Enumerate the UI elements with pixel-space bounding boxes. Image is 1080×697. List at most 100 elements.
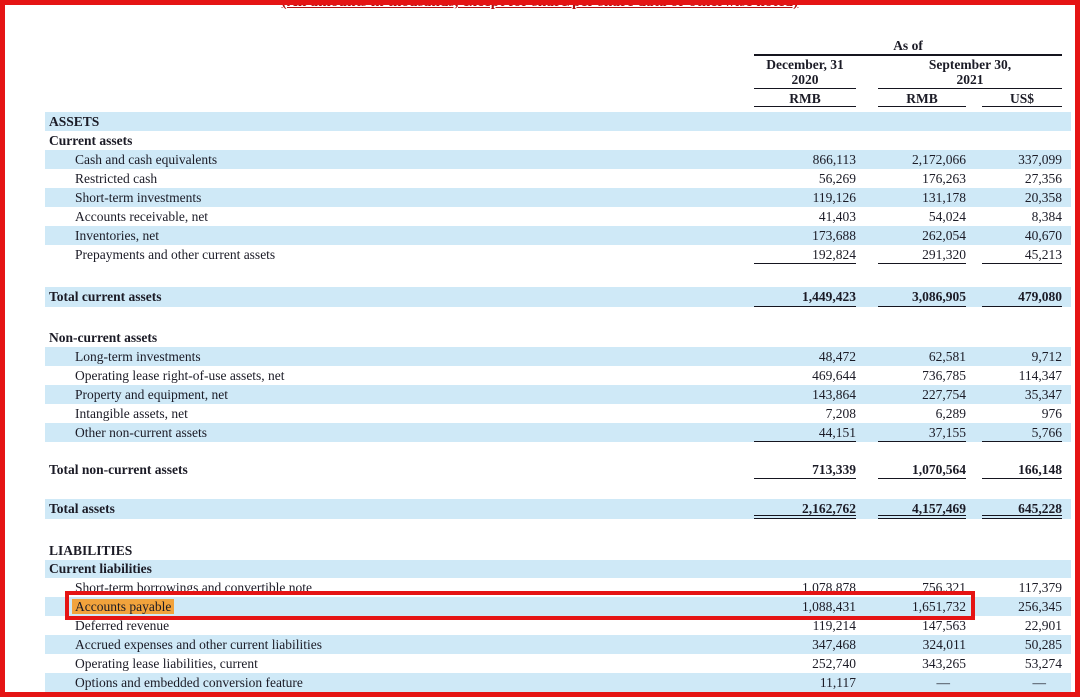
column-gap (966, 578, 982, 597)
header-as-of: As of (754, 38, 1062, 56)
value-cell: 1,078,878 (754, 578, 856, 597)
header-spacer (45, 38, 754, 56)
table-row: Long-term investments48,47262,5819,712 (45, 347, 1071, 366)
table-row: Property and equipment, net143,864227,75… (45, 385, 1071, 404)
table-row: Current liabilities (45, 560, 1071, 578)
value-cell: 50,285 (982, 635, 1062, 654)
column-gap (856, 385, 878, 404)
value-cell (878, 131, 966, 150)
column-gap (966, 654, 982, 673)
table-row: Total current assets1,449,4233,086,90547… (45, 287, 1071, 307)
column-gap (966, 404, 982, 423)
table-row: Current assets (45, 131, 1071, 150)
column-gap (856, 560, 878, 578)
value-cell: 11,117 (754, 673, 856, 692)
value-cell: 262,054 (878, 226, 966, 245)
value-cell: 291,320 (878, 245, 966, 264)
header-as-of-row: As of (45, 38, 1071, 56)
row-label: Accounts receivable, net (45, 207, 754, 226)
row-spacer (45, 519, 1071, 542)
value-cell: 119,126 (754, 188, 856, 207)
column-gap (966, 112, 982, 131)
table-row: Operating lease liabilities, current252,… (45, 654, 1071, 673)
value-cell: 20,358 (982, 188, 1062, 207)
value-cell: 56,269 (754, 169, 856, 188)
value-cell: 22,901 (982, 616, 1062, 635)
column-gap (856, 57, 878, 89)
value-cell (982, 542, 1062, 560)
value-cell: 53,274 (982, 654, 1062, 673)
row-label: Operating lease liabilities, current (45, 654, 754, 673)
column-gap (856, 673, 878, 692)
table-row: Intangible assets, net7,2086,289976 (45, 404, 1071, 423)
column-gap (966, 347, 982, 366)
value-cell: 41,403 (754, 207, 856, 226)
column-gap (966, 366, 982, 385)
table-row: Operating lease right-of-use assets, net… (45, 366, 1071, 385)
column-gap (856, 188, 878, 207)
value-cell: 45,213 (982, 245, 1062, 264)
value-cell (982, 328, 1062, 347)
header-date-line1: September 30, (878, 57, 1062, 72)
column-gap (856, 245, 878, 264)
table-row: LIABILITIES (45, 542, 1071, 560)
column-gap (856, 347, 878, 366)
column-gap (966, 150, 982, 169)
value-cell: 119,214 (754, 616, 856, 635)
value-cell (754, 131, 856, 150)
column-gap (966, 423, 982, 442)
table-row: Inventories, net173,688262,05440,670 (45, 226, 1071, 245)
header-unit-usd-2021: US$ (982, 91, 1062, 107)
column-gap (856, 654, 878, 673)
value-cell: 143,864 (754, 385, 856, 404)
row-spacer (45, 307, 1071, 328)
header-date-line1: December, 31 (754, 57, 856, 72)
header-unit-rmb-2021: RMB (878, 91, 966, 107)
column-gap (966, 499, 982, 519)
value-cell: 173,688 (754, 226, 856, 245)
value-cell (878, 560, 966, 578)
value-cell: 256,345 (982, 597, 1062, 616)
table-row: Non-current assets (45, 328, 1071, 347)
value-cell: 37,155 (878, 423, 966, 442)
column-gap (856, 404, 878, 423)
value-cell: 166,148 (982, 460, 1062, 479)
column-gap (856, 150, 878, 169)
value-cell: 9,712 (982, 347, 1062, 366)
value-cell: — (878, 673, 966, 692)
value-cell: 62,581 (878, 347, 966, 366)
statement-note-title: (All amounts in thousands, except for sh… (5, 0, 1075, 11)
column-gap (856, 131, 878, 150)
value-cell: 54,024 (878, 207, 966, 226)
value-cell: 1,088,431 (754, 597, 856, 616)
column-gap (966, 385, 982, 404)
column-gap (966, 328, 982, 347)
column-gap (856, 328, 878, 347)
value-cell: 2,162,762 (754, 499, 856, 519)
column-gap (856, 287, 878, 307)
table-row: Other non-current assets44,15137,1555,76… (45, 423, 1071, 442)
value-cell: 713,339 (754, 460, 856, 479)
header-unit-rmb-2020: RMB (754, 91, 856, 107)
balance-sheet-page: (All amounts in thousands, except for sh… (0, 0, 1080, 697)
column-gap (966, 616, 982, 635)
value-cell: 192,824 (754, 245, 856, 264)
value-cell: 8,384 (982, 207, 1062, 226)
value-cell: 5,766 (982, 423, 1062, 442)
column-gap (966, 673, 982, 692)
label-highlight: Accounts payable (72, 599, 174, 614)
table-row: Total assets2,162,7624,157,469645,228 (45, 499, 1071, 519)
row-spacer (45, 264, 1071, 287)
header-units-row: RMB RMB US$ (45, 91, 1071, 107)
value-cell: 3,086,905 (878, 287, 966, 307)
value-cell (754, 542, 856, 560)
row-spacer (45, 479, 1071, 499)
header-col-sep-30-2021: September 30, 2021 (878, 57, 1062, 89)
value-cell: 147,563 (878, 616, 966, 635)
value-cell: 252,740 (754, 654, 856, 673)
column-gap (966, 635, 982, 654)
table-rows: ASSETSCurrent assetsCash and cash equiva… (45, 112, 1071, 692)
value-cell: 2,172,066 (878, 150, 966, 169)
table-row: Accounts payable1,088,4311,651,732256,34… (45, 597, 1071, 616)
value-cell: 347,468 (754, 635, 856, 654)
